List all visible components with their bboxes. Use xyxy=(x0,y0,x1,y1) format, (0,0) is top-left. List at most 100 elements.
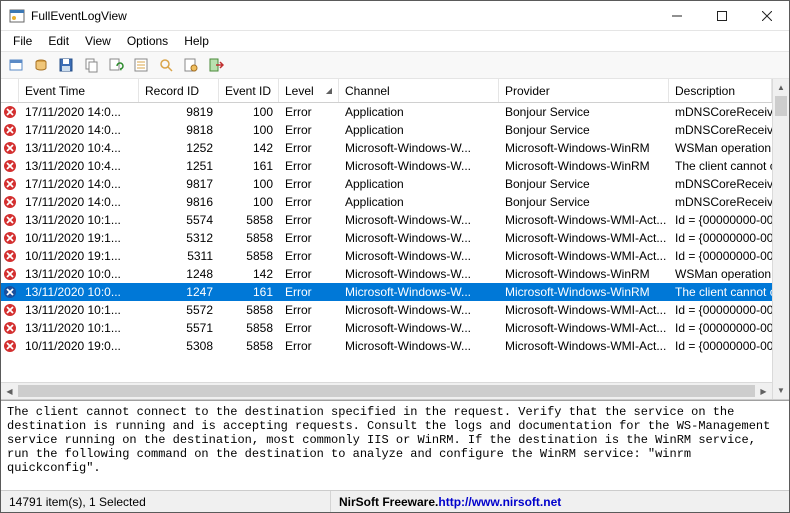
cell-recid: 5311 xyxy=(139,249,219,263)
table-row[interactable]: 10/11/2020 19:1...53115858ErrorMicrosoft… xyxy=(1,247,772,265)
menu-file[interactable]: File xyxy=(5,32,40,50)
error-icon xyxy=(1,177,19,191)
table-row[interactable]: 10/11/2020 19:0...53085858ErrorMicrosoft… xyxy=(1,337,772,355)
col-event-id[interactable]: Event ID xyxy=(219,79,279,102)
cell-desc: mDNSCoreReceiveRe xyxy=(669,105,772,119)
vertical-scrollbar[interactable]: ▲ ▼ xyxy=(772,79,789,399)
error-icon xyxy=(1,285,19,299)
cell-level: Error xyxy=(279,285,339,299)
table-row[interactable]: 10/11/2020 19:1...53125858ErrorMicrosoft… xyxy=(1,229,772,247)
table-row[interactable]: 13/11/2020 10:0...1248142ErrorMicrosoft-… xyxy=(1,265,772,283)
copy-icon[interactable] xyxy=(80,54,102,76)
cell-evid: 161 xyxy=(219,285,279,299)
source-icon[interactable] xyxy=(30,54,52,76)
cell-level: Error xyxy=(279,213,339,227)
options-icon[interactable] xyxy=(180,54,202,76)
h-scroll-thumb[interactable] xyxy=(18,385,755,397)
error-icon xyxy=(1,231,19,245)
menu-options[interactable]: Options xyxy=(119,32,176,50)
close-button[interactable] xyxy=(744,1,789,30)
error-icon xyxy=(1,321,19,335)
titlebar[interactable]: FullEventLogView xyxy=(1,1,789,31)
table-row[interactable]: 13/11/2020 10:1...55725858ErrorMicrosoft… xyxy=(1,301,772,319)
cell-evid: 5858 xyxy=(219,339,279,353)
scroll-down-icon[interactable]: ▼ xyxy=(773,382,789,399)
scroll-right-icon[interactable]: ▶ xyxy=(755,383,772,399)
cell-evid: 142 xyxy=(219,141,279,155)
col-channel[interactable]: Channel xyxy=(339,79,499,102)
table-row[interactable]: 17/11/2020 14:0...9818100ErrorApplicatio… xyxy=(1,121,772,139)
col-provider[interactable]: Provider xyxy=(499,79,669,102)
cell-time: 13/11/2020 10:0... xyxy=(19,285,139,299)
horizontal-scrollbar[interactable]: ◀ ▶ xyxy=(1,382,772,399)
cell-time: 13/11/2020 10:0... xyxy=(19,267,139,281)
table-row[interactable]: 13/11/2020 10:0...1247161ErrorMicrosoft-… xyxy=(1,283,772,301)
menu-edit[interactable]: Edit xyxy=(40,32,77,50)
scroll-up-icon[interactable]: ▲ xyxy=(773,79,789,96)
table-row[interactable]: 17/11/2020 14:0...9819100ErrorApplicatio… xyxy=(1,103,772,121)
exit-icon[interactable] xyxy=(205,54,227,76)
status-brand-link[interactable]: http://www.nirsoft.net xyxy=(438,495,561,509)
find-icon[interactable] xyxy=(155,54,177,76)
cell-desc: WSMan operation En xyxy=(669,267,772,281)
cell-time: 13/11/2020 10:4... xyxy=(19,159,139,173)
refresh-icon[interactable] xyxy=(105,54,127,76)
cell-time: 10/11/2020 19:0... xyxy=(19,339,139,353)
menu-help[interactable]: Help xyxy=(176,32,217,50)
cell-time: 13/11/2020 10:1... xyxy=(19,303,139,317)
cell-provider: Bonjour Service xyxy=(499,177,669,191)
cell-time: 13/11/2020 10:1... xyxy=(19,321,139,335)
cell-provider: Microsoft-Windows-WMI-Act... xyxy=(499,213,669,227)
cell-evid: 5858 xyxy=(219,231,279,245)
save-icon[interactable] xyxy=(55,54,77,76)
cell-desc: The client cannot con xyxy=(669,285,772,299)
cell-desc: Id = {00000000-0000- xyxy=(669,339,772,353)
cell-recid: 1248 xyxy=(139,267,219,281)
cell-desc: mDNSCoreReceiveRe xyxy=(669,195,772,209)
table-row[interactable]: 13/11/2020 10:4...1251161ErrorMicrosoft-… xyxy=(1,157,772,175)
cell-desc: mDNSCoreReceiveRe xyxy=(669,123,772,137)
v-scroll-thumb[interactable] xyxy=(775,96,787,116)
cell-desc: Id = {00000000-0000- xyxy=(669,321,772,335)
grid-body[interactable]: 17/11/2020 14:0...9819100ErrorApplicatio… xyxy=(1,103,772,382)
error-icon xyxy=(1,105,19,119)
cell-channel: Microsoft-Windows-W... xyxy=(339,321,499,335)
detail-pane[interactable]: The client cannot connect to the destina… xyxy=(1,400,789,490)
cell-recid: 9816 xyxy=(139,195,219,209)
scroll-left-icon[interactable]: ◀ xyxy=(1,383,18,399)
minimize-button[interactable] xyxy=(654,1,699,30)
cell-evid: 161 xyxy=(219,159,279,173)
col-level[interactable]: Level◢ xyxy=(279,79,339,102)
error-icon xyxy=(1,159,19,173)
menu-view[interactable]: View xyxy=(77,32,119,50)
grid-header: Event Time Record ID Event ID Level◢ Cha… xyxy=(1,79,772,103)
cell-evid: 100 xyxy=(219,195,279,209)
col-record-id[interactable]: Record ID xyxy=(139,79,219,102)
open-icon[interactable] xyxy=(5,54,27,76)
maximize-button[interactable] xyxy=(699,1,744,30)
cell-channel: Microsoft-Windows-W... xyxy=(339,159,499,173)
col-event-time[interactable]: Event Time xyxy=(19,79,139,102)
table-row[interactable]: 13/11/2020 10:1...55715858ErrorMicrosoft… xyxy=(1,319,772,337)
cell-time: 17/11/2020 14:0... xyxy=(19,195,139,209)
cell-channel: Microsoft-Windows-W... xyxy=(339,339,499,353)
cell-level: Error xyxy=(279,177,339,191)
table-row[interactable]: 13/11/2020 10:1...55745858ErrorMicrosoft… xyxy=(1,211,772,229)
cell-recid: 9817 xyxy=(139,177,219,191)
error-icon xyxy=(1,195,19,209)
cell-provider: Bonjour Service xyxy=(499,123,669,137)
col-icon[interactable] xyxy=(1,79,19,102)
cell-channel: Application xyxy=(339,177,499,191)
table-row[interactable]: 17/11/2020 14:0...9817100ErrorApplicatio… xyxy=(1,175,772,193)
cell-desc: Id = {00000000-0000- xyxy=(669,303,772,317)
cell-recid: 1247 xyxy=(139,285,219,299)
table-row[interactable]: 17/11/2020 14:0...9816100ErrorApplicatio… xyxy=(1,193,772,211)
cell-channel: Microsoft-Windows-W... xyxy=(339,285,499,299)
cell-channel: Microsoft-Windows-W... xyxy=(339,213,499,227)
cell-recid: 5574 xyxy=(139,213,219,227)
cell-provider: Bonjour Service xyxy=(499,105,669,119)
properties-icon[interactable] xyxy=(130,54,152,76)
cell-level: Error xyxy=(279,249,339,263)
col-description[interactable]: Description xyxy=(669,79,772,102)
table-row[interactable]: 13/11/2020 10:4...1252142ErrorMicrosoft-… xyxy=(1,139,772,157)
